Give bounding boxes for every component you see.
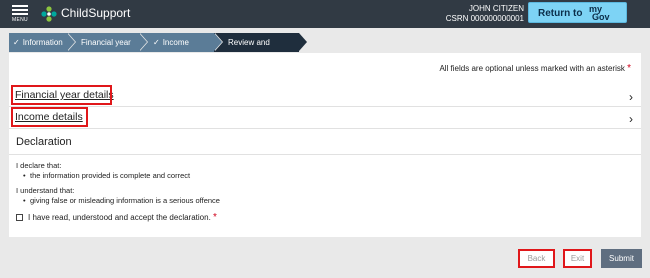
step-label: Financial year xyxy=(81,38,131,47)
menu-bar-icon xyxy=(12,5,28,7)
top-header: MENU ChildSupport JOHN CITIZEN CSRN 0000… xyxy=(0,0,650,28)
chevron-right-icon[interactable]: › xyxy=(629,90,633,104)
declaration-checkbox-label[interactable]: I have read, understood and accept the d… xyxy=(28,212,217,223)
submit-button[interactable]: Submit xyxy=(601,249,642,268)
return-to-mygov-button[interactable]: Return to my Gov xyxy=(528,2,627,23)
declare-item: the information provided is complete and… xyxy=(23,171,190,180)
menu-button[interactable]: MENU xyxy=(9,4,31,24)
chevron-right-icon[interactable]: › xyxy=(629,112,633,126)
menu-bar-icon xyxy=(12,13,28,15)
check-icon: ✓ xyxy=(153,38,160,47)
declare-intro: I declare that: xyxy=(16,161,62,170)
checkbox-label-text: I have read, understood and accept the d… xyxy=(28,213,211,222)
check-icon: ✓ xyxy=(13,38,20,47)
mygov-gov-logo: Gov xyxy=(592,12,610,22)
optional-note-text: All fields are optional unless marked wi… xyxy=(439,64,625,73)
user-csrn: CSRN 000000000001 xyxy=(445,14,524,23)
user-name: JOHN CITIZEN xyxy=(468,4,524,13)
exit-button[interactable]: Exit xyxy=(563,249,592,268)
divider xyxy=(9,154,641,155)
highlight-box xyxy=(11,85,112,105)
section-row-income-details[interactable]: Income details › xyxy=(9,108,641,129)
back-button[interactable]: Back xyxy=(518,249,555,268)
return-label: Return to xyxy=(538,8,583,19)
user-info: JOHN CITIZEN CSRN 000000000001 xyxy=(446,4,524,24)
step-review-and-submit: Review and submit xyxy=(214,33,308,66)
understand-intro: I understand that: xyxy=(16,186,75,195)
step-income-details[interactable]: ✓Income details xyxy=(139,33,223,66)
step-financial-year[interactable]: Financial year xyxy=(67,33,148,52)
progress-steps: ✓Information Financial year ✓Income deta… xyxy=(9,33,308,66)
step-label: Information xyxy=(22,38,63,47)
menu-label: MENU xyxy=(12,17,28,23)
declaration-heading: Declaration xyxy=(16,136,72,148)
optional-fields-note: All fields are optional unless marked wi… xyxy=(439,63,631,74)
required-asterisk: * xyxy=(213,212,217,223)
step-information[interactable]: ✓ Information xyxy=(9,33,76,52)
understand-item: giving false or misleading information i… xyxy=(23,196,220,205)
required-asterisk: * xyxy=(627,63,631,74)
menu-bar-icon xyxy=(12,9,28,11)
brand-name: ChildSupport xyxy=(61,6,131,20)
declaration-checkbox[interactable] xyxy=(16,214,23,221)
highlight-box xyxy=(11,107,88,127)
review-form-card: All fields are optional unless marked wi… xyxy=(9,53,641,237)
childsupport-logo-icon xyxy=(41,6,57,22)
